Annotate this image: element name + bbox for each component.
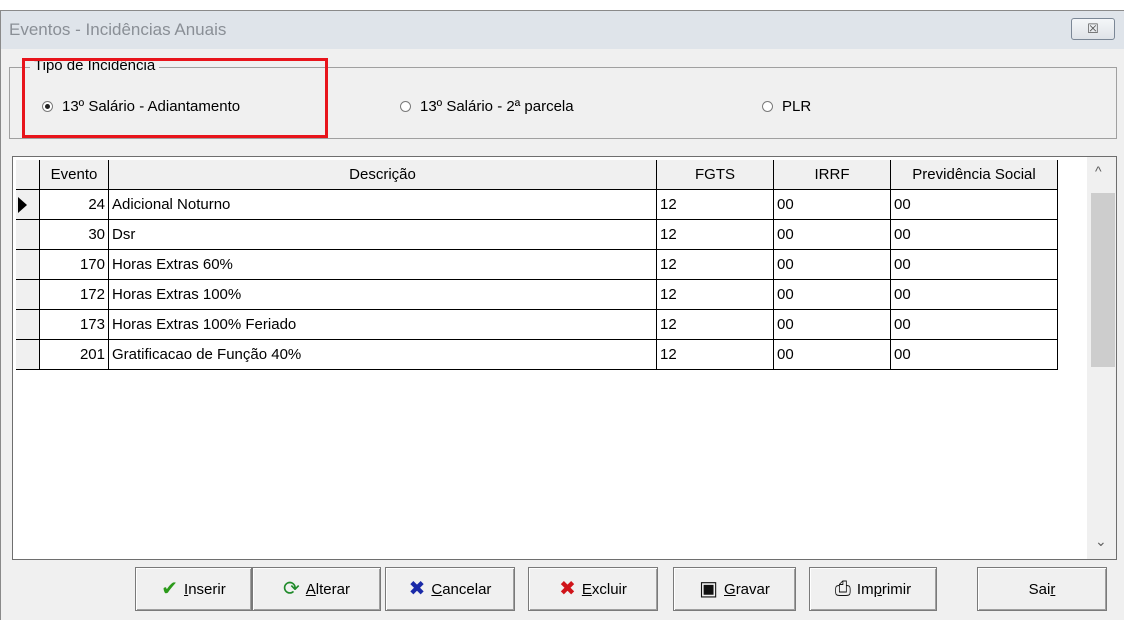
button-label: Alterar	[306, 581, 350, 598]
table-cell-prev[interactable]: 00	[891, 250, 1058, 280]
table-cell-prev[interactable]: 00	[891, 190, 1058, 220]
table-cell-prev[interactable]: 00	[891, 340, 1058, 370]
label-accelerator: E	[581, 580, 592, 598]
table-cell-fgts[interactable]: 12	[657, 340, 774, 370]
label-part: nserir	[188, 580, 226, 598]
button-label: Inserir	[184, 581, 226, 598]
label-part: lterar	[315, 580, 350, 598]
table-cell-descricao[interactable]: Horas Extras 100% Feriado	[109, 310, 657, 340]
table-cell-descricao[interactable]: Dsr	[109, 220, 657, 250]
table-cell-evento[interactable]: 24	[40, 190, 109, 220]
row-indicator	[16, 310, 40, 340]
scroll-thumb[interactable]	[1091, 193, 1115, 367]
table-cell-evento[interactable]: 30	[40, 220, 109, 250]
inserir-button[interactable]: ✔ Inserir	[135, 567, 252, 611]
alterar-button[interactable]: ⟳ Alterar	[252, 567, 381, 611]
column-header[interactable]: Previdência Social	[891, 160, 1058, 190]
imprimir-button[interactable]: ⎙ Imprimir	[809, 567, 937, 611]
label-part: ancelar	[442, 580, 492, 598]
window-title: Eventos - Incidências Anuais	[9, 20, 227, 39]
button-label: Imprimir	[857, 581, 911, 598]
row-indicator	[16, 190, 40, 220]
table-cell-prev[interactable]: 00	[891, 310, 1058, 340]
button-label: Gravar	[724, 581, 770, 598]
cancelar-button[interactable]: ✖ Cancelar	[385, 567, 515, 611]
column-header[interactable]: FGTS	[657, 160, 774, 190]
label-part: Sai	[1028, 580, 1051, 598]
table-cell-prev[interactable]: 00	[891, 220, 1058, 250]
table-cell-evento[interactable]: 173	[40, 310, 109, 340]
table-cell-prev[interactable]: 00	[891, 280, 1058, 310]
highlight-box	[22, 58, 328, 138]
save-icon: ▣	[699, 578, 719, 600]
label-part: xcluir	[591, 580, 627, 598]
table-cell-descricao[interactable]: Horas Extras 100%	[109, 280, 657, 310]
table-cell-irrf[interactable]: 00	[774, 310, 891, 340]
table-cell-fgts[interactable]: 12	[657, 250, 774, 280]
label-accelerator: G	[724, 580, 736, 598]
sair-button[interactable]: Sair	[977, 567, 1107, 611]
table-cell-irrf[interactable]: 00	[774, 220, 891, 250]
label-part: Im	[856, 580, 874, 598]
cancel-icon: ✖	[408, 578, 426, 600]
label-accelerator: r	[1050, 580, 1056, 598]
printer-icon: ⎙	[834, 578, 851, 600]
table-cell-fgts[interactable]: 12	[657, 190, 774, 220]
label-accelerator: p	[873, 580, 882, 598]
close-icon: ☒	[1087, 21, 1099, 36]
button-label: Excluir	[582, 581, 627, 598]
column-header[interactable]: IRRF	[774, 160, 891, 190]
check-icon: ✔	[161, 578, 179, 600]
table-cell-descricao[interactable]: Gratificacao de Função 40%	[109, 340, 657, 370]
table-cell-irrf[interactable]: 00	[774, 280, 891, 310]
close-button[interactable]: ☒	[1071, 18, 1115, 40]
refresh-icon: ⟳	[283, 578, 300, 600]
events-grid[interactable]: Evento Descrição FGTS IRRF Previdência Socia…	[12, 156, 1117, 560]
gravar-button[interactable]: ▣ Gravar	[673, 567, 796, 611]
row-indicator	[16, 250, 40, 280]
table-cell-evento[interactable]: 170	[40, 250, 109, 280]
vertical-scrollbar[interactable]: ^ ⌄	[1087, 157, 1116, 559]
delete-icon: ✖	[559, 578, 576, 600]
radio-label: PLR	[782, 97, 812, 115]
title-bar: Eventos - Incidências Anuais ☒	[1, 11, 1124, 49]
label-part: rimir	[881, 580, 912, 598]
radio-label: 13º Salário - 2ª parcela	[420, 97, 574, 115]
header-corner	[16, 160, 40, 190]
table-cell-descricao[interactable]: Adicional Noturno	[109, 190, 657, 220]
excluir-button[interactable]: ✖ Excluir	[528, 567, 658, 611]
row-indicator	[16, 340, 40, 370]
radio-13-2a-parcela[interactable]: 13º Salário - 2ª parcela	[400, 96, 574, 116]
table-cell-irrf[interactable]: 00	[774, 250, 891, 280]
scroll-up-icon[interactable]: ^	[1095, 163, 1102, 179]
label-accelerator: A	[305, 580, 316, 598]
table-cell-descricao[interactable]: Horas Extras 60%	[109, 250, 657, 280]
label-part: ravar	[735, 580, 770, 598]
table-cell-fgts[interactable]: 12	[657, 220, 774, 250]
row-indicator	[16, 220, 40, 250]
current-row-arrow-icon	[18, 197, 27, 213]
button-label: Cancelar	[431, 581, 491, 598]
scroll-down-icon[interactable]: ⌄	[1095, 533, 1107, 550]
table-cell-irrf[interactable]: 00	[774, 340, 891, 370]
row-indicator	[16, 280, 40, 310]
column-header[interactable]: Descrição	[109, 160, 657, 190]
radio-button-icon	[762, 100, 773, 112]
table-cell-evento[interactable]: 201	[40, 340, 109, 370]
table-cell-irrf[interactable]: 00	[774, 190, 891, 220]
radio-button-icon	[400, 100, 411, 112]
column-header[interactable]: Evento	[40, 160, 109, 190]
table-cell-fgts[interactable]: 12	[657, 310, 774, 340]
label-accelerator: C	[431, 580, 443, 598]
radio-plr[interactable]: PLR	[762, 96, 811, 116]
table-cell-fgts[interactable]: 12	[657, 280, 774, 310]
table-cell-evento[interactable]: 172	[40, 280, 109, 310]
button-label: Sair	[1029, 581, 1056, 598]
